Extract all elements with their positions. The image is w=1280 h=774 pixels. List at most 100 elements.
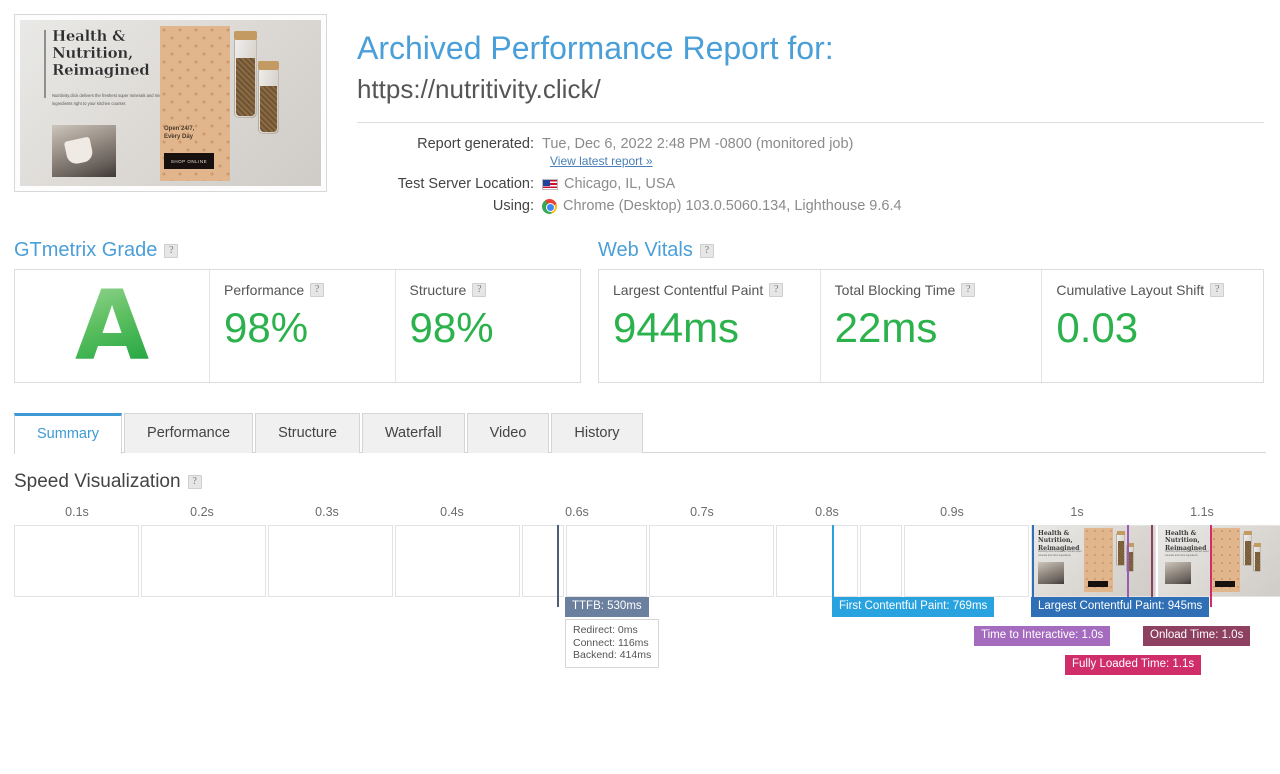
gtmetrix-report-page: Health &Nutrition,Reimagined Nutritivity…	[0, 0, 1280, 774]
timeline-tick-label: 0.7s	[690, 505, 714, 519]
tab-history[interactable]: History	[551, 413, 642, 453]
hero-inner: Health &Nutrition,Reimagined Nutritivity…	[20, 20, 321, 186]
timeline-tick-label: 1.1s	[1190, 505, 1214, 519]
metric-label: Structure	[410, 282, 467, 298]
mini-photo	[1038, 562, 1064, 584]
tab-waterfall[interactable]: Waterfall	[362, 413, 465, 453]
mini-shop-button	[1215, 581, 1235, 587]
mini-page-render: Health & Nutrition,ReimaginedNutritivity…	[1032, 526, 1155, 596]
fcp-marker	[832, 525, 834, 607]
hero-mortar-photo	[52, 125, 116, 177]
timeline-tick-label: 0.2s	[190, 505, 214, 519]
section-title: GTmetrix Grade	[14, 239, 157, 262]
meta-label: Report generated:	[357, 133, 542, 155]
speed-visualization-heading: Speed Visualization ?	[14, 471, 1266, 493]
mini-panel	[1211, 528, 1240, 592]
tab-summary[interactable]: Summary	[14, 413, 122, 454]
page-title: Archived Performance Report for:	[357, 28, 1264, 68]
timeline-tick-label: 0.4s	[440, 505, 464, 519]
mini-photo	[1165, 562, 1191, 584]
meta-value: Chicago, IL, USA	[564, 173, 675, 195]
spice-jar-icon	[1116, 533, 1125, 566]
ttfb-detail-row: Redirect: 0ms	[573, 624, 651, 637]
meta-label: Test Server Location:	[357, 173, 542, 195]
hero-pattern-panel: Open 24/7,Every Day SHOP ONLINE	[160, 26, 230, 181]
tbt-metric-cell: Total Blocking Time ? 22ms	[821, 270, 1043, 382]
help-icon[interactable]: ?	[769, 283, 783, 297]
filmstrip-frame-blank[interactable]	[649, 525, 774, 597]
help-icon[interactable]: ?	[164, 244, 178, 258]
fully-loaded-badge[interactable]: Fully Loaded Time: 1.1s	[1065, 655, 1201, 675]
ttfb-badge[interactable]: TTFB: 530ms	[565, 597, 649, 617]
spice-jar-icon	[1243, 533, 1252, 566]
tab-performance[interactable]: Performance	[124, 413, 253, 453]
metric-label-wrap: Structure ?	[410, 282, 567, 298]
lcp-metric-cell: Largest Contentful Paint ? 944ms	[599, 270, 821, 382]
spice-jar-icon	[234, 38, 257, 118]
fully-loaded-marker	[1210, 525, 1212, 607]
filmstrip-frame-blank[interactable]	[904, 525, 1029, 597]
timeline-tick-label: 0.3s	[315, 505, 339, 519]
help-icon[interactable]: ?	[310, 283, 324, 297]
site-hero-thumbnail[interactable]: Health &Nutrition,Reimagined Nutritivity…	[14, 14, 327, 192]
lcp-marker	[1032, 525, 1034, 607]
performance-metric-cell: Performance ? 98%	[210, 270, 396, 382]
mini-subtitle: Nutritivity.click delivers the freshest …	[1165, 550, 1215, 557]
filmstrip-frame-blank[interactable]	[395, 525, 520, 597]
filmstrip-frame-blank[interactable]	[14, 525, 139, 597]
filmstrip-frame-blank[interactable]	[141, 525, 266, 597]
timeline-tick-label: 0.8s	[815, 505, 839, 519]
filmstrip-frames: Health & Nutrition,ReimaginedNutritivity…	[14, 525, 1266, 597]
timeline-badges: TTFB: 530ms First Contentful Paint: 769ms…	[14, 597, 1266, 687]
filmstrip-frame-blank[interactable]	[860, 525, 902, 597]
meta-value: Chrome (Desktop) 103.0.5060.134, Lightho…	[563, 195, 902, 217]
metric-label: Cumulative Layout Shift	[1056, 282, 1204, 298]
report-url: https://nutritivity.click/	[357, 70, 1264, 108]
tti-marker	[1127, 525, 1129, 607]
help-icon[interactable]: ?	[700, 244, 714, 258]
gtmetrix-grade-heading: GTmetrix Grade ?	[14, 239, 581, 262]
web-vitals-card: Largest Contentful Paint ? 944ms Total B…	[598, 269, 1264, 383]
help-icon[interactable]: ?	[1210, 283, 1224, 297]
report-header: Health &Nutrition,Reimagined Nutritivity…	[0, 0, 1280, 217]
section-title: Web Vitals	[598, 239, 693, 262]
gtmetrix-grade-card: A Performance ? 98% Structure ? 98%	[14, 269, 581, 383]
fcp-badge[interactable]: First Contentful Paint: 769ms	[832, 597, 994, 617]
timeline-tick-label: 1s	[1070, 505, 1083, 519]
header-divider	[357, 122, 1264, 123]
filmstrip-frame-blank[interactable]	[566, 525, 647, 597]
spice-jar-icon	[258, 68, 279, 134]
ttfb-detail-row: Connect: 116ms	[573, 637, 651, 650]
tab-video[interactable]: Video	[467, 413, 550, 453]
help-icon[interactable]: ?	[472, 283, 486, 297]
metric-label-wrap: Cumulative Layout Shift ?	[1056, 282, 1249, 298]
mini-subtitle: Nutritivity.click delivers the freshest …	[1038, 550, 1088, 557]
onload-marker	[1151, 525, 1153, 607]
tti-badge[interactable]: Time to Interactive: 1.0s	[974, 626, 1110, 646]
help-icon[interactable]: ?	[188, 475, 202, 489]
web-vitals-heading: Web Vitals ?	[598, 239, 1264, 262]
metric-label: Total Blocking Time	[835, 282, 956, 298]
filmstrip-frame-rendered[interactable]: Health & Nutrition,ReimaginedNutritivity…	[1158, 525, 1280, 597]
help-icon[interactable]: ?	[961, 283, 975, 297]
web-vitals-block: Web Vitals ? Largest Contentful Paint ? …	[598, 239, 1264, 383]
filmstrip-frame-blank[interactable]	[776, 525, 858, 597]
metric-value: 22ms	[835, 304, 1028, 352]
meta-label: Using:	[357, 195, 542, 217]
hero-panel-text: Open 24/7,Every Day	[164, 125, 194, 141]
onload-badge[interactable]: Onload Time: 1.0s	[1143, 626, 1250, 646]
meta-value-wrap: Chrome (Desktop) 103.0.5060.134, Lightho…	[542, 195, 902, 217]
timeline-tick-label: 0.9s	[940, 505, 964, 519]
filmstrip-frame-blank[interactable]	[268, 525, 393, 597]
chrome-icon	[542, 199, 557, 214]
ttfb-detail-row: Backend: 414ms	[573, 649, 651, 662]
latest-report-link-wrap: View latest report »	[550, 153, 1264, 169]
metric-value: 98%	[410, 304, 567, 352]
ttfb-marker	[557, 525, 559, 607]
view-latest-report-link[interactable]: View latest report »	[550, 154, 653, 168]
timeline-ticks: 0.1s0.2s0.3s0.4s0.6s0.7s0.8s0.9s1s1.1s	[14, 505, 1266, 525]
lcp-badge[interactable]: Largest Contentful Paint: 945ms	[1031, 597, 1209, 617]
filmstrip-frame-rendered[interactable]: Health & Nutrition,ReimaginedNutritivity…	[1031, 525, 1156, 597]
meta-row-generated: Report generated: Tue, Dec 6, 2022 2:48 …	[357, 133, 1264, 155]
tab-structure[interactable]: Structure	[255, 413, 360, 453]
